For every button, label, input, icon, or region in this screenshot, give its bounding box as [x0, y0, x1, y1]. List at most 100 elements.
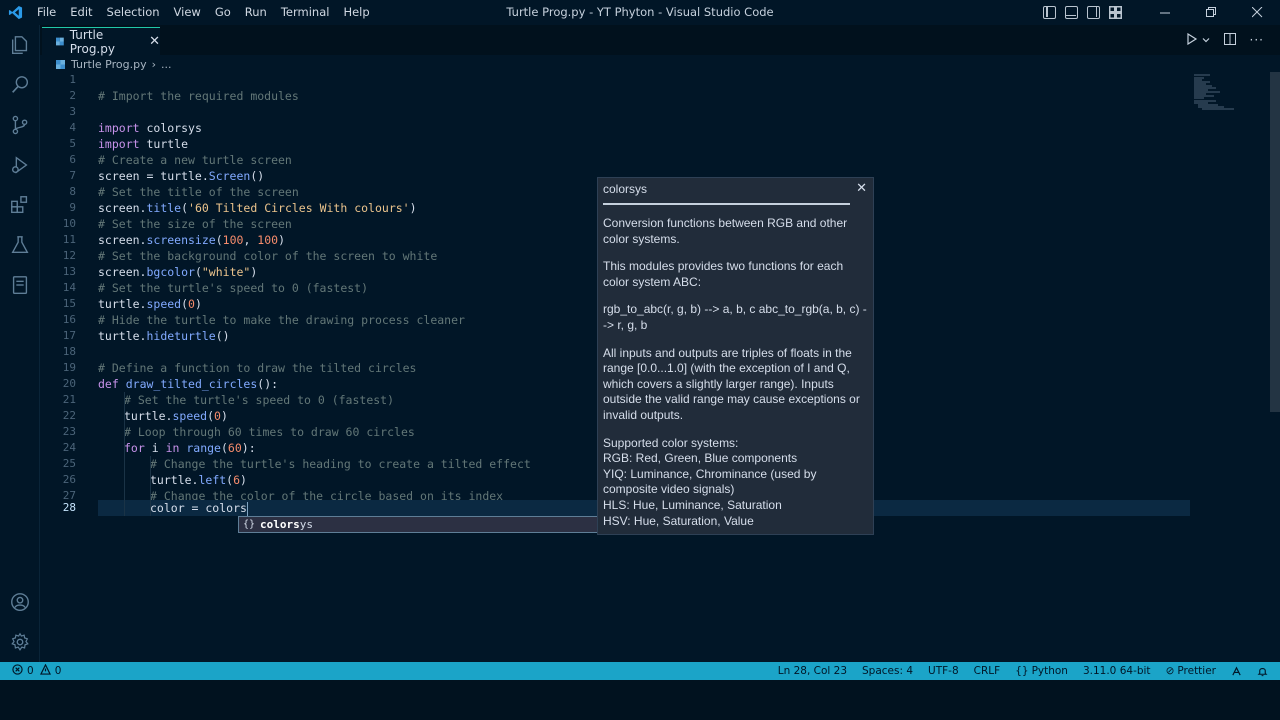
notifications-bell-icon[interactable] — [1257, 666, 1268, 677]
explorer-icon[interactable] — [0, 25, 40, 65]
menu-run[interactable]: Run — [238, 0, 274, 25]
code-text: color = colors — [150, 501, 247, 515]
docs-paragraph: This modules provides two functions for … — [603, 259, 844, 289]
source-control-icon[interactable] — [0, 105, 40, 145]
code-text: ) — [409, 201, 417, 215]
indentation[interactable]: Spaces: 4 — [862, 665, 913, 677]
number-literal: 100 — [257, 233, 279, 247]
docs-paragraph: Conversion functions between RGB and oth… — [603, 216, 848, 246]
comment: # Hide the turtle to make the drawing pr… — [98, 313, 465, 327]
code-text: (): — [257, 377, 279, 391]
menu-selection[interactable]: Selection — [100, 0, 167, 25]
encoding[interactable]: UTF-8 — [928, 665, 959, 677]
comment: # Set the size of the screen — [98, 217, 292, 231]
toggle-secondary-sidebar-icon[interactable] — [1087, 6, 1100, 19]
autocomplete-suggestion[interactable]: {} colors ys — [238, 516, 598, 533]
line-number: 23 — [62, 425, 76, 438]
close-window-button[interactable] — [1234, 0, 1280, 25]
minimap[interactable] — [1190, 72, 1250, 112]
minimize-button[interactable] — [1142, 0, 1188, 25]
line-number: 6 — [69, 153, 76, 166]
documentation-popup: colorsys ✕ Conversion functions between … — [597, 177, 874, 535]
number-literal: 0 — [188, 297, 195, 311]
string-literal: "white" — [201, 265, 251, 279]
comment: # Loop through 60 times to draw 60 circl… — [124, 425, 415, 439]
split-editor-icon[interactable] — [1223, 32, 1236, 48]
menu-edit[interactable]: Edit — [63, 0, 99, 25]
prettier-formatter[interactable]: ⊘ Prettier — [1166, 665, 1216, 677]
extensions-icon[interactable] — [0, 185, 40, 225]
indent-guide — [124, 392, 125, 516]
run-python-file-icon[interactable] — [1186, 32, 1198, 48]
menu-view[interactable]: View — [167, 0, 208, 25]
keyword: for — [124, 441, 145, 455]
toggle-primary-sidebar-icon[interactable] — [1043, 6, 1056, 19]
menu-help[interactable]: Help — [336, 0, 376, 25]
search-icon[interactable] — [0, 65, 40, 105]
tab-turtle-prog[interactable]: Turtle Prog.py ✕ — [42, 27, 160, 56]
code-text: ( — [194, 265, 202, 279]
menu-terminal[interactable]: Terminal — [274, 0, 337, 25]
docs-list-item: RGB: Red, Green, Blue components — [603, 451, 798, 466]
customize-layout-icon[interactable] — [1109, 6, 1122, 19]
toggle-panel-icon[interactable] — [1065, 6, 1078, 19]
title-bar: File Edit Selection View Go Run Terminal… — [0, 0, 1280, 25]
line-number: 19 — [62, 361, 76, 374]
feedback-icon[interactable] — [1231, 666, 1242, 677]
end-of-line[interactable]: CRLF — [974, 665, 1001, 677]
error-icon[interactable] — [12, 664, 23, 678]
code-line: 1 — [40, 72, 1190, 88]
code-text: screen. — [98, 233, 147, 247]
code-text: ( — [215, 233, 223, 247]
breadcrumb-more[interactable]: ... — [161, 58, 172, 71]
editor-tab-bar: Turtle Prog.py ✕ ··· — [40, 25, 1280, 56]
line-number: 9 — [69, 201, 76, 214]
restore-button[interactable] — [1188, 0, 1234, 25]
warning-count[interactable]: 0 — [55, 665, 62, 677]
keyword: in — [165, 441, 180, 455]
comment: # Create a new turtle screen — [98, 153, 292, 167]
string-literal: '60 Tilted Circles With colours' — [188, 201, 410, 215]
line-number: 4 — [69, 121, 76, 134]
docs-paragraph: All inputs and outputs are triples of fl… — [603, 345, 860, 422]
language-mode[interactable]: {} Python — [1015, 665, 1068, 677]
function-name: Screen — [208, 169, 251, 183]
error-count[interactable]: 0 — [27, 665, 34, 677]
line-number: 13 — [62, 265, 76, 278]
line-number: 10 — [62, 217, 76, 230]
testing-icon[interactable] — [0, 225, 40, 265]
remote-explorer-icon[interactable] — [0, 265, 40, 305]
status-bar: 0 0 Ln 28, Col 23 Spaces: 4 UTF-8 CRLF {… — [0, 662, 1280, 680]
code-text: turtle. — [98, 297, 147, 311]
line-number: 3 — [69, 105, 76, 118]
chevron-down-icon[interactable] — [1202, 33, 1210, 47]
menu-go[interactable]: Go — [208, 0, 238, 25]
comment: # Define a function to draw the tilted c… — [98, 361, 417, 375]
line-number: 8 — [69, 185, 76, 198]
run-debug-icon[interactable] — [0, 145, 40, 185]
function-name: speed — [146, 297, 182, 311]
more-actions-icon[interactable]: ··· — [1250, 33, 1264, 47]
line-number: 18 — [62, 345, 76, 358]
function-name: bgcolor — [146, 265, 195, 279]
function-name: range — [186, 441, 221, 455]
docs-divider — [603, 203, 850, 205]
menu-file[interactable]: File — [30, 0, 63, 25]
menu-bar: File Edit Selection View Go Run Terminal… — [30, 0, 377, 25]
line-number: 11 — [62, 233, 76, 246]
accounts-icon[interactable] — [0, 582, 40, 622]
keyword: import — [98, 137, 140, 151]
python-interpreter[interactable]: 3.11.0 64-bit — [1083, 665, 1151, 677]
close-docs-icon[interactable]: ✕ — [856, 180, 867, 196]
warning-icon[interactable] — [39, 663, 51, 678]
breadcrumb-file[interactable]: Turtle Prog.py — [71, 58, 147, 71]
code-text: turtle. — [98, 329, 147, 343]
settings-gear-icon[interactable] — [0, 622, 40, 662]
function-name: speed — [172, 409, 208, 423]
indent-guide — [150, 456, 151, 516]
close-tab-icon[interactable]: ✕ — [149, 34, 160, 49]
vertical-scrollbar[interactable] — [1270, 72, 1280, 412]
line-number: 25 — [62, 457, 76, 470]
docs-title: colorsys — [603, 182, 648, 196]
cursor-position[interactable]: Ln 28, Col 23 — [778, 665, 847, 677]
